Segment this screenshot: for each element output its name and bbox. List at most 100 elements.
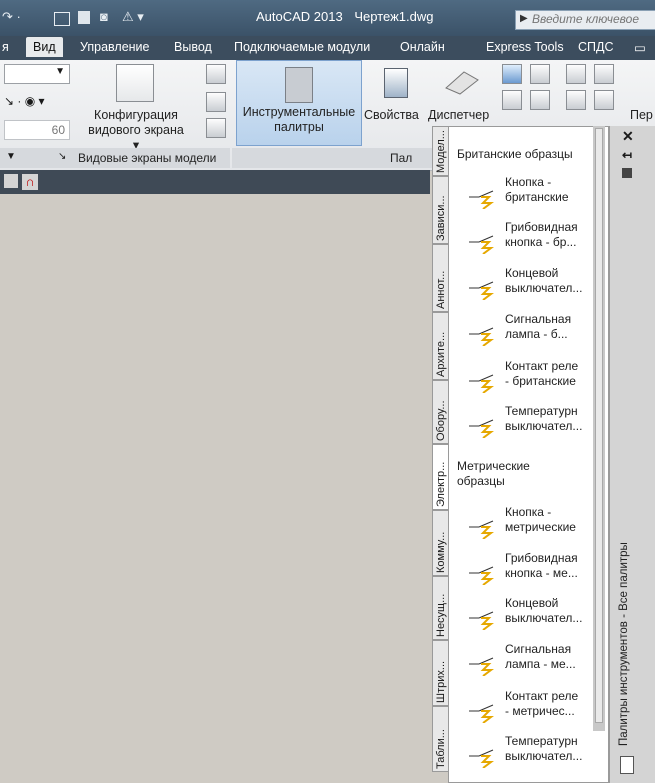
tool-palettes-button[interactable]: Инструментальные палитры <box>236 60 362 146</box>
palette-tab-3[interactable]: Архите... <box>432 312 448 380</box>
file-name: Чертеж1.dwg <box>354 9 434 24</box>
per-button[interactable]: Пер <box>630 108 653 123</box>
palette-tab-5[interactable]: Электр... <box>432 444 448 510</box>
search-input[interactable] <box>532 11 652 27</box>
tab-spds[interactable]: СПДС <box>578 40 614 54</box>
tool-label-line: Контакт реле <box>505 359 579 373</box>
panel-expand-icon[interactable]: ↘ <box>58 151 66 162</box>
palette-tab-1[interactable]: Зависи... <box>432 176 448 244</box>
design-center-icon[interactable] <box>566 64 586 84</box>
value-text: 60 <box>51 123 65 137</box>
palette-tool-item[interactable]: Грибовидная кнопка - ме... <box>467 551 607 591</box>
tool-label-line: Сигнальная <box>505 642 572 656</box>
palette-tab-label: Аннот... <box>435 270 447 309</box>
save-icon[interactable] <box>78 11 90 24</box>
palette-tool-item[interactable]: Температурн выключател... <box>467 734 607 774</box>
palette-options-icon[interactable] <box>620 756 634 774</box>
palette-tool-item[interactable]: Грибовидная кнопка - бр... <box>467 220 607 260</box>
app-title: AutoCAD 2013 <box>256 9 343 24</box>
tool-label-line: лампа - ме... <box>505 657 576 671</box>
palette-tab-strip: Модел... Зависи... Аннот... Архите... Обору.… <box>432 126 448 772</box>
tool-label-line: Контакт реле <box>505 689 579 703</box>
palette-tab-label: Модел... <box>435 130 447 173</box>
calculator-icon[interactable] <box>502 90 522 110</box>
close-icon[interactable]: ✕ <box>622 128 634 145</box>
palette-tool-item[interactable]: Кнопка - британские <box>467 175 607 215</box>
auto-hide-icon[interactable]: ↤ <box>622 148 632 162</box>
tab-output[interactable]: Вывод <box>174 40 212 54</box>
palette-tool-item[interactable]: Концевой выключател... <box>467 596 607 636</box>
viewport-config-icon[interactable] <box>116 64 154 102</box>
share-icon[interactable]: ⚠ ▾ <box>122 9 144 25</box>
tool-label: Сигнальная лампа - б... <box>505 312 571 342</box>
properties-icon[interactable] <box>622 168 632 178</box>
tab-express-tools[interactable]: Express Tools <box>486 40 564 54</box>
palette-tool-item[interactable]: Контакт реле - метричес... <box>467 689 607 729</box>
palette-tab-8[interactable]: Штрих... <box>432 640 448 706</box>
dbconnect-icon[interactable] <box>566 90 586 110</box>
tool-label-line: Кнопка - <box>505 175 552 189</box>
palette-content[interactable]: Британские образцы Кнопка - британские Гриб… <box>448 126 609 783</box>
join-viewports-icon[interactable] <box>206 92 226 112</box>
tool-label: Кнопка - метрические <box>505 505 576 535</box>
palette-tool-item[interactable]: Сигнальная лампа - б... <box>467 312 607 352</box>
tab-online[interactable]: Онлайн <box>400 40 445 54</box>
minimize-ribbon-icon[interactable]: ▭ <box>634 40 646 55</box>
plot-preview-icon[interactable]: ◙ <box>100 9 108 25</box>
tool-palettes-icon <box>285 67 313 103</box>
palette-tab-2[interactable]: Аннот... <box>432 244 448 312</box>
palette-tool-item[interactable]: Сигнальная лампа - ме... <box>467 642 607 682</box>
dispatcher-button[interactable]: Диспетчер <box>428 108 489 123</box>
tab-view[interactable]: Вид <box>26 37 63 57</box>
palette-tool-item[interactable]: Контакт реле - британские <box>467 359 607 399</box>
cmd-line-icon[interactable] <box>530 90 550 110</box>
palette-scrollbar[interactable] <box>593 126 605 731</box>
palette-tab-4[interactable]: Обору... <box>432 380 448 444</box>
palette-tab-6[interactable]: Комму... <box>432 510 448 576</box>
scrollbar-thumb[interactable] <box>595 128 603 723</box>
search-box[interactable]: ▶ <box>515 10 655 30</box>
tab-manage[interactable]: Управление <box>80 40 150 54</box>
palette-tool-item[interactable]: Кнопка - метрические <box>467 505 607 545</box>
xref-icon[interactable] <box>594 64 614 84</box>
tool-label-line: метрические <box>505 520 576 534</box>
section-title-metric: Метрические образцы <box>457 459 530 489</box>
ribbon-tabs: я Вид Управление Вывод Подключаемые моду… <box>0 36 655 60</box>
properties-icon[interactable] <box>384 68 408 98</box>
section-title-line: образцы <box>457 474 505 488</box>
markup-icon[interactable] <box>530 64 550 84</box>
print-icon[interactable] <box>54 12 70 26</box>
tool-label-line: Грибовидная <box>505 551 578 565</box>
layer-dropdown[interactable]: ▼ <box>4 64 70 84</box>
palette-tool-item[interactable]: Температурн выключател... <box>467 404 607 444</box>
redo-icon[interactable]: ↷ · <box>2 9 21 25</box>
drawing-area[interactable] <box>0 194 430 783</box>
tool-label-line: британские <box>505 190 569 204</box>
magnet-icon[interactable]: ∩ <box>22 174 38 190</box>
palette-tab-0[interactable]: Модел... <box>432 126 448 176</box>
viewport-config-button[interactable]: Конфигурация видового экрана ▾ <box>86 108 186 153</box>
properties-button[interactable]: Свойства <box>364 108 419 123</box>
palette-tab-7[interactable]: Несущ... <box>432 576 448 640</box>
quickcalc-icon[interactable] <box>594 90 614 110</box>
tool-label-line: Температурн <box>505 404 578 418</box>
value-field[interactable]: 60 <box>4 120 70 140</box>
visual-style-icon[interactable]: ↘ · ◉ ▾ <box>4 94 45 108</box>
palette-tab-9[interactable]: Табли... <box>432 706 448 772</box>
sheet-set-icon[interactable] <box>502 64 522 84</box>
tab-plugins[interactable]: Подключаемые модули <box>234 40 370 54</box>
named-viewports-icon[interactable] <box>206 64 226 84</box>
restore-viewport-icon[interactable] <box>206 118 226 138</box>
electrical-symbol-icon <box>467 742 497 769</box>
toolbar-icon[interactable] <box>4 174 18 188</box>
tool-label: Концевой выключател... <box>505 596 582 626</box>
palette-tab-label: Табли... <box>435 729 447 769</box>
search-arrow-icon[interactable]: ▶ <box>520 13 528 24</box>
palette-tool-item[interactable]: Концевой выключател... <box>467 266 607 306</box>
tab-partial[interactable]: я <box>2 40 9 54</box>
palette-tab-label: Несущ... <box>435 593 447 637</box>
electrical-symbol-icon <box>467 559 497 586</box>
dispatcher-icon[interactable] <box>442 66 482 96</box>
palette-title-bar[interactable]: ✕ ↤ Палитры инструментов - Все палитры <box>609 126 655 783</box>
tool-label-line: Кнопка - <box>505 505 552 519</box>
